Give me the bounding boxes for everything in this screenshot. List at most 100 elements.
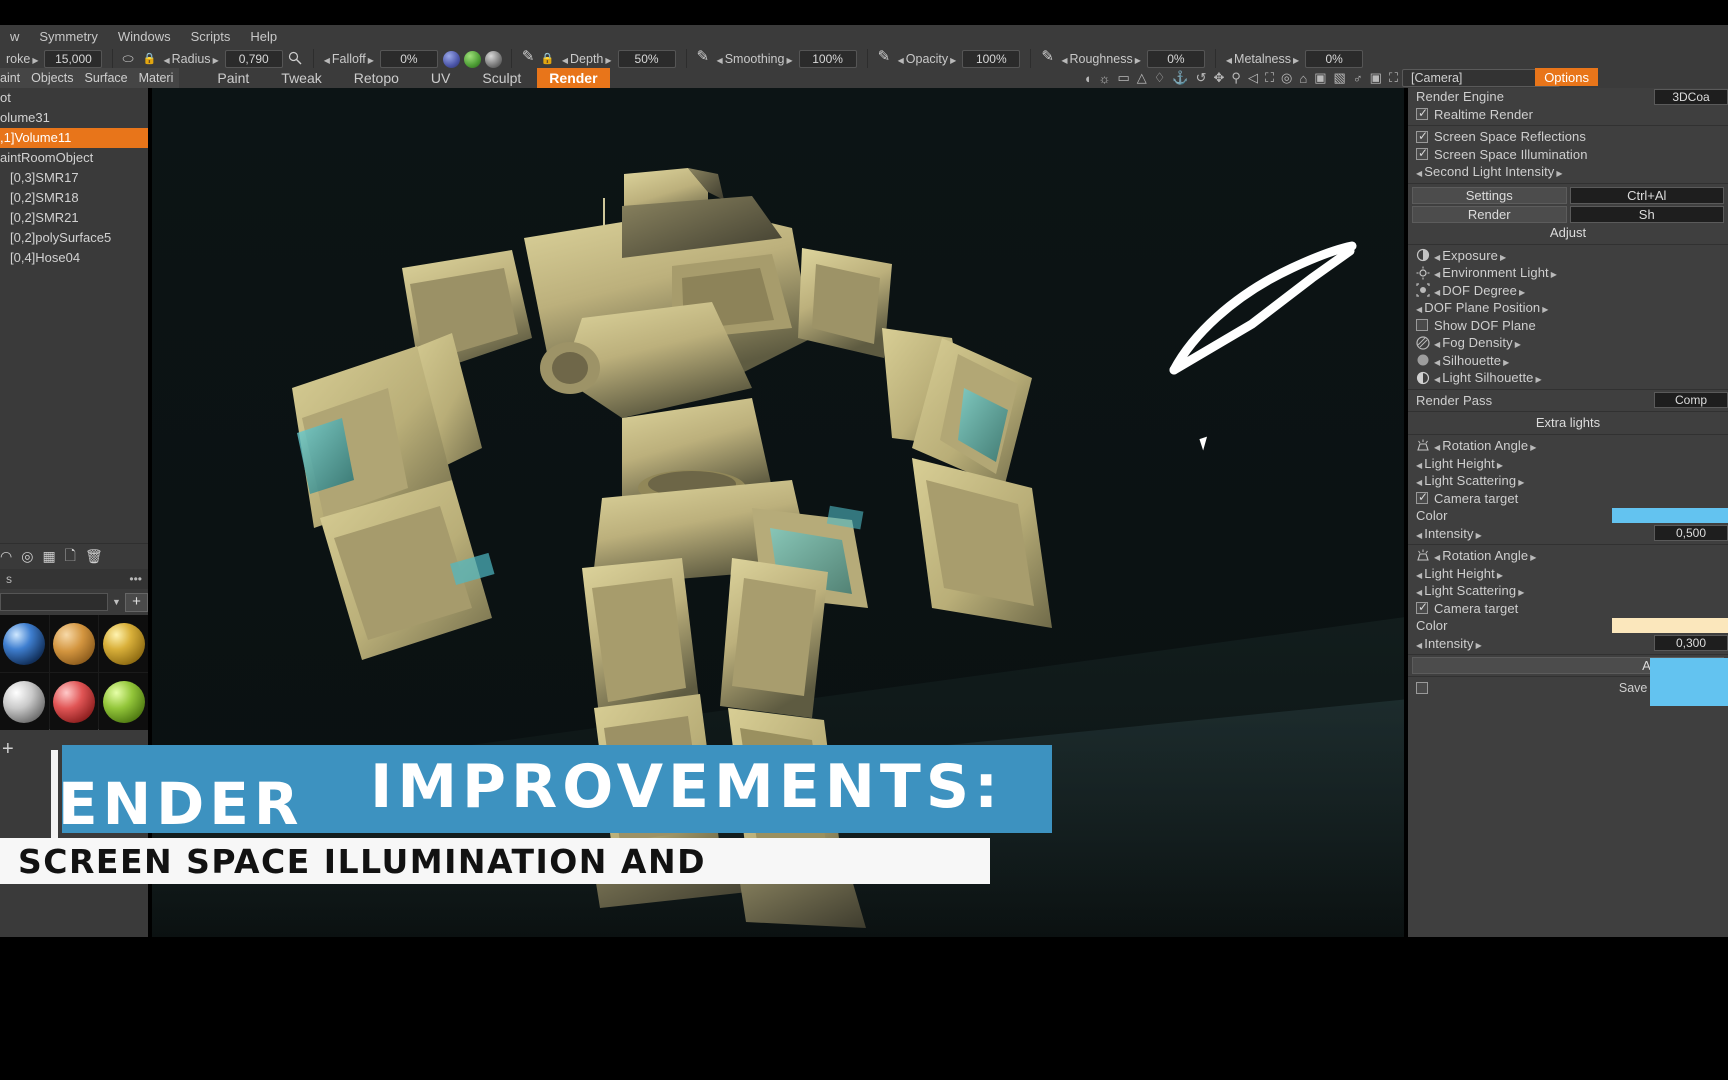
exposure-label[interactable]: Exposure <box>1434 248 1506 263</box>
pencil-icon[interactable] <box>697 47 711 66</box>
second-light-intensity-label[interactable]: Second Light Intensity <box>1416 164 1563 179</box>
light1-height-label[interactable]: Light Height <box>1416 456 1503 471</box>
lock-icon[interactable] <box>541 51 557 67</box>
list-item[interactable]: [0,3]SMR17 <box>0 168 148 188</box>
light2-rotation-angle-row[interactable]: Rotation Angle <box>1408 547 1728 565</box>
room-tab-render[interactable]: Render <box>537 68 610 88</box>
fullscreen-icon[interactable]: ⛶ <box>1389 70 1398 86</box>
light2-scattering-label[interactable]: Light Scattering <box>1416 583 1524 598</box>
screen-space-illumination-checkbox[interactable] <box>1416 146 1428 161</box>
menu-item-symmetry[interactable]: Symmetry <box>29 27 108 46</box>
blue-sphere-preset-icon[interactable] <box>442 50 460 68</box>
falloff-label[interactable]: Falloff <box>321 52 377 66</box>
roughness-label[interactable]: Roughness <box>1058 52 1144 66</box>
light1-intensity-value[interactable]: 0,500 <box>1654 525 1728 542</box>
silhouette-row[interactable]: Silhouette <box>1408 352 1728 370</box>
tab-paint[interactable]: aint <box>0 71 20 85</box>
depth-value-field[interactable]: 50% <box>617 50 676 68</box>
smoothing-value-field[interactable]: 100% <box>798 50 857 68</box>
light2-height-row[interactable]: Light Height <box>1408 565 1728 583</box>
pivot-icon[interactable]: ◎ <box>21 548 33 565</box>
move-icon[interactable]: ✥ <box>1214 70 1225 86</box>
light2-intensity-label[interactable]: Intensity <box>1416 636 1482 651</box>
show-dof-plane-row[interactable]: Show DOF Plane <box>1408 317 1728 335</box>
save-settings-checkbox[interactable] <box>1416 682 1428 694</box>
metalness-value-field[interactable]: 0% <box>1305 50 1364 68</box>
dome-light-icon[interactable]: △ <box>1137 70 1147 86</box>
list-item-selected[interactable]: ,1]Volume11 <box>0 128 148 148</box>
room-tab-uv[interactable]: UV <box>415 69 466 87</box>
light2-camera-target-checkbox[interactable] <box>1416 600 1428 615</box>
menu-item-w[interactable]: w <box>0 27 29 46</box>
light-icon[interactable]: ☼ <box>1099 71 1111 86</box>
fog-density-label[interactable]: Fog Density <box>1434 335 1521 350</box>
light2-rotation-angle-label[interactable]: Rotation Angle <box>1434 548 1537 563</box>
silhouette-label[interactable]: Silhouette <box>1434 353 1509 368</box>
flip-icon[interactable]: ◁ <box>1248 70 1258 86</box>
light1-color-swatch[interactable] <box>1612 508 1728 524</box>
light1-intensity-label[interactable]: Intensity <box>1416 526 1482 541</box>
materials-more-icon[interactable]: ••• <box>129 572 142 586</box>
realtime-render-checkbox[interactable] <box>1416 106 1428 121</box>
settings-button[interactable]: Settings <box>1412 186 1567 204</box>
roughness-value-field[interactable]: 0% <box>1146 50 1205 68</box>
screen-space-reflections-row[interactable]: Screen Space Reflections <box>1408 128 1728 146</box>
search-input[interactable] <box>0 593 108 611</box>
rectangle-icon[interactable]: ▭ <box>1117 70 1129 86</box>
gray-sphere-preset-icon[interactable] <box>484 50 502 68</box>
room-tab-tweak[interactable]: Tweak <box>265 69 337 87</box>
dof-degree-label[interactable]: DOF Degree <box>1434 283 1525 298</box>
environment-light-row[interactable]: Environment Light <box>1408 264 1728 282</box>
render-button[interactable]: Render <box>1412 205 1567 223</box>
material-swatch-green[interactable] <box>99 673 148 730</box>
contrast-icon[interactable]: ◖ <box>1084 71 1092 86</box>
smoothing-label[interactable]: Smoothing <box>714 52 796 66</box>
stroke-label[interactable]: roke <box>3 52 41 66</box>
room-tab-sculpt[interactable]: Sculpt <box>466 69 537 87</box>
exposure-row[interactable]: Exposure <box>1408 247 1728 265</box>
mouse-icon[interactable] <box>122 51 138 67</box>
render-pass-row[interactable]: Render Pass Comp <box>1408 392 1728 410</box>
chevron-down-icon[interactable]: ▼ <box>112 597 121 607</box>
opacity-value-field[interactable]: 100% <box>962 50 1021 68</box>
list-item[interactable]: [0,2]polySurface5 <box>0 228 148 248</box>
render-engine-value[interactable]: 3DCoa <box>1654 88 1728 105</box>
add-material-button[interactable]: + <box>124 592 148 612</box>
tab-materials[interactable]: Materi <box>139 71 174 85</box>
light1-color-row[interactable]: Color <box>1408 507 1728 525</box>
light1-camera-target-row[interactable]: Camera target <box>1408 490 1728 508</box>
droplet-icon[interactable]: ♢ <box>1154 70 1166 86</box>
room-tab-paint[interactable]: Paint <box>201 69 265 87</box>
clear-file-icon[interactable]: 🗋 <box>65 545 76 569</box>
light1-height-row[interactable]: Light Height <box>1408 455 1728 473</box>
list-item[interactable]: aintRoomObject <box>0 148 148 168</box>
grid-icon[interactable]: ▦ <box>42 548 55 565</box>
figure-icon[interactable]: ♂ <box>1353 71 1363 86</box>
light-silhouette-label[interactable]: Light Silhouette <box>1434 370 1542 385</box>
material-swatch-red[interactable] <box>49 673 99 730</box>
screen-space-reflections-checkbox[interactable] <box>1416 129 1428 143</box>
cube-icon[interactable]: ▣ <box>1314 70 1326 86</box>
pencil-icon[interactable] <box>1041 47 1055 66</box>
crop-icon[interactable]: ▣ <box>1370 70 1382 86</box>
light2-camera-target-row[interactable]: Camera target <box>1408 600 1728 618</box>
render-engine-row[interactable]: Render Engine 3DCoa <box>1408 88 1728 106</box>
light-silhouette-row[interactable]: Light Silhouette <box>1408 369 1728 387</box>
light2-scattering-row[interactable]: Light Scattering <box>1408 582 1728 600</box>
pencil-icon[interactable] <box>878 47 892 66</box>
menu-item-help[interactable]: Help <box>240 27 287 46</box>
grid-icon[interactable]: ▧ <box>1334 70 1346 86</box>
list-item[interactable]: ot <box>0 88 148 108</box>
second-light-intensity-row[interactable]: Second Light Intensity <box>1408 163 1728 181</box>
dof-plane-position-row[interactable]: DOF Plane Position <box>1408 299 1728 317</box>
realtime-render-row[interactable]: Realtime Render <box>1408 106 1728 124</box>
room-tab-retopo[interactable]: Retopo <box>338 69 415 87</box>
render-pass-value[interactable]: Comp <box>1654 392 1728 409</box>
list-item[interactable]: olume31 <box>0 108 148 128</box>
material-swatch-white[interactable] <box>0 673 49 730</box>
list-item[interactable]: [0,2]SMR21 <box>0 208 148 228</box>
camera-icon[interactable]: ◎ <box>1281 70 1292 86</box>
tab-objects[interactable]: Objects <box>31 71 73 85</box>
trash-icon[interactable]: 🗑 <box>85 548 103 565</box>
opacity-label[interactable]: Opacity <box>895 52 960 66</box>
